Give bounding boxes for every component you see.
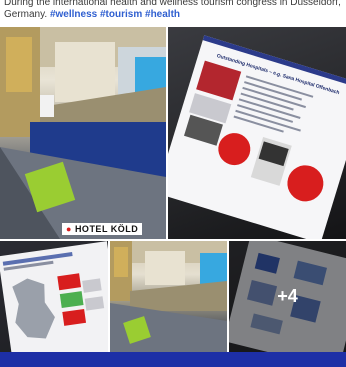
conference-hall-2-image — [110, 241, 227, 352]
photo-grid: ● HOTEL KÖLD Outstanding Hospitals – e.g… — [0, 27, 346, 352]
slide-image: Outstanding Hospitals – e.g. Sana Hospit… — [168, 35, 346, 239]
hashtag-wellness[interactable]: #wellness — [50, 9, 97, 20]
caption-line-2: Germany. #wellness #tourism #health — [4, 9, 342, 21]
caption-location: Germany. — [4, 9, 48, 20]
conference-hall-image — [0, 27, 166, 239]
more-photos-overlay[interactable]: +4 — [229, 241, 346, 352]
photo-more[interactable]: +4 — [229, 241, 346, 352]
hashtag-health[interactable]: #health — [145, 9, 180, 20]
social-post: During the international health and well… — [0, 0, 346, 352]
photo-conference-hall-2[interactable] — [110, 241, 227, 352]
map-slide-image — [0, 241, 108, 352]
photo-conference-hall[interactable]: ● HOTEL KÖLD — [0, 27, 166, 239]
caption-line-1: During the international health and well… — [4, 0, 341, 8]
hotel-sign: ● HOTEL KÖLD — [62, 223, 143, 235]
photo-map-slide[interactable] — [0, 241, 108, 352]
photo-presentation-slide[interactable]: Outstanding Hospitals – e.g. Sana Hospit… — [168, 27, 346, 239]
hashtag-tourism[interactable]: #tourism — [100, 9, 142, 20]
post-caption: During the international health and well… — [0, 0, 346, 23]
